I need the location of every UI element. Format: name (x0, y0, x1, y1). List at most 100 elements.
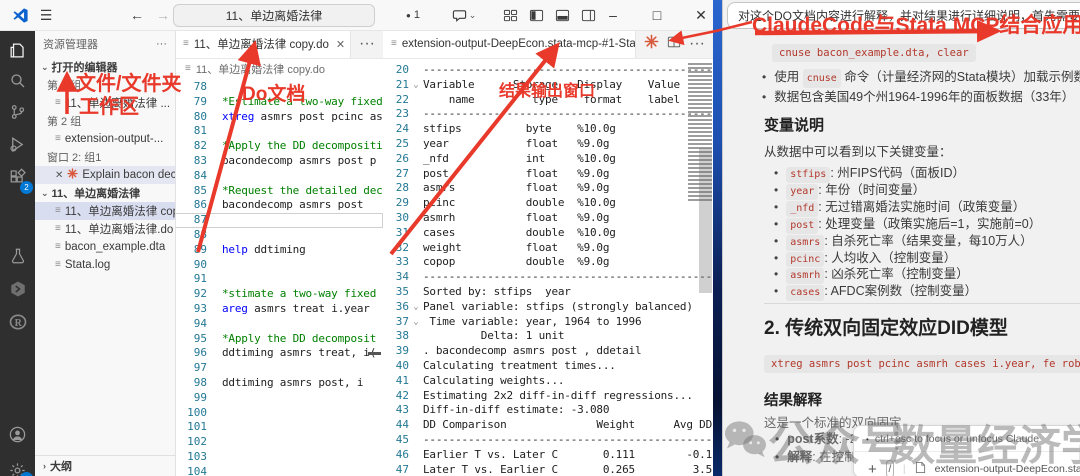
close-tab-icon[interactable]: ✕ (336, 38, 345, 51)
line-number: 33 (395, 255, 409, 269)
claude-starburst-icon[interactable] (644, 34, 659, 54)
testing-flask-icon[interactable] (0, 241, 35, 271)
line-number: 30 (395, 210, 409, 224)
fold-chevron-icon[interactable]: ⌄ (409, 315, 423, 330)
bullet-text: _nfd: 无过错离婚法实施时间（政策变量） (786, 200, 1025, 217)
section-heading-results: 结果解释 (764, 393, 822, 409)
file-tree-item[interactable]: ≡ bacon_example.dta (35, 238, 175, 256)
code-token: stfips byte %10.0g (423, 122, 616, 136)
minimize-button[interactable]: – (598, 0, 628, 30)
open-editors-section[interactable]: ⌄ 打开的编辑器 (35, 58, 175, 76)
code-token: year float %9.0g (423, 136, 610, 150)
minimap-slider[interactable] (368, 352, 381, 355)
bullet-text: asmrs: 自杀死亡率（结果变量，每10万人） (786, 234, 1033, 251)
customize-layout-icon[interactable] (498, 0, 522, 30)
add-attachment-button[interactable]: + (868, 461, 877, 476)
code-token: Later T vs. Earlier C 0.265 3.5 (423, 462, 713, 476)
context-file-chip[interactable]: extension-output-DeepEcon.stata- (935, 463, 1080, 475)
code-text: ----------------------------------------… (423, 433, 713, 448)
fold-chevron-icon[interactable]: ⌄ (409, 300, 423, 315)
extensions-icon[interactable]: 2 (0, 162, 35, 194)
line-number: 91 (193, 272, 207, 286)
file-icon: ≡ (185, 63, 191, 74)
code-token: ----------------------------------------… (423, 63, 713, 76)
settings-gear-icon[interactable] (0, 455, 35, 476)
code-line: 27 post float %9.0g (383, 167, 713, 182)
breadcrumb[interactable]: ≡ 11、单边离婚法律 copy.do (175, 59, 383, 79)
text-run: 使用 (774, 70, 803, 84)
file-tree-item[interactable]: ≡ Stata.log (35, 256, 175, 274)
extensions-badge: 2 (20, 181, 33, 194)
code-line: 92 *stimate a two-way fixed (175, 287, 383, 302)
code-line: 88 (175, 228, 383, 243)
file-tree-item[interactable]: ≡ 11、单边离婚法律.do (35, 220, 175, 238)
code-line: 96 ddtiming asmrs treat, i( (175, 346, 383, 361)
copilot-chat-icon[interactable]: ⌄ (444, 0, 484, 30)
stata-hexagon-icon[interactable] (0, 274, 35, 304)
account-icon[interactable] (0, 419, 35, 449)
tab-stata-output[interactable]: ≡ extension-output-DeepEcon.stata-mcp-#1… (383, 30, 637, 58)
r-language-icon[interactable]: R (0, 307, 35, 337)
file-icon: ≡ (55, 97, 61, 108)
code-token: Sorted by: stfips year (423, 284, 571, 298)
search-icon[interactable] (0, 66, 35, 96)
close-button[interactable]: ✕ (686, 0, 716, 30)
code-token: _nfd int %10.0g (423, 151, 616, 165)
vertical-scrollbar[interactable] (699, 148, 712, 293)
open-editor-item[interactable]: ≡ 11、单边离婚法律 ... (35, 94, 175, 112)
variable-bullet-item: • stfips: 州FIPS代码（面板ID） (774, 166, 1041, 183)
code-token: pcinc double %10.0g (423, 196, 616, 210)
fold-chevron-icon[interactable]: ⌄ (409, 78, 423, 93)
code-token: post float %9.0g (423, 166, 610, 180)
slash-command-button[interactable]: / (885, 460, 894, 476)
nav-forward-icon[interactable]: → (152, 0, 174, 30)
code-line: 87 (175, 213, 383, 228)
line-number: 46 (395, 447, 409, 461)
code-token: bacondecomp asmrs post p (222, 153, 377, 167)
editor-more-icon[interactable]: ··· (359, 35, 375, 53)
menu-hamburger-icon[interactable]: ☰ (34, 0, 58, 30)
toggle-sidebar-icon[interactable] (524, 0, 548, 30)
sidebar-more-icon[interactable]: ··· (156, 38, 167, 50)
code-token: *Estimate a two-way fixed (222, 94, 383, 108)
command-center[interactable]: 11、单边离婚法律 (173, 4, 375, 27)
open-editor-item[interactable]: ≡ extension-output-... (35, 130, 175, 148)
run-debug-icon[interactable] (0, 129, 35, 159)
claude-input-bar[interactable]: • ctrl+esc to focus or unfocus Claude + … (853, 425, 1080, 476)
dirty-indicator[interactable]: ● 1 (396, 0, 430, 30)
bullet-text: post: 处理变量（政策实施后=1，实施前=0） (786, 217, 1041, 234)
explorer-icon[interactable] (0, 35, 35, 65)
nav-back-icon[interactable]: ← (126, 0, 148, 30)
outline-section[interactable]: › 大纲 (35, 455, 175, 476)
maximize-button[interactable]: □ (642, 0, 672, 30)
bullet-text: stfips: 州FIPS代码（面板ID） (786, 166, 965, 183)
code-line: 81 (175, 124, 383, 139)
file-tree-item[interactable]: ≡11、单边离婚法律 cop... (35, 202, 175, 220)
workspace-folder-label: 11、单边离婚法律 (51, 188, 141, 200)
toggle-secondary-sidebar-icon[interactable] (576, 0, 600, 30)
code-line: 101 (175, 420, 383, 435)
code-text: *Apply the DD decompositi (207, 139, 383, 154)
desktop-background-strip (713, 0, 722, 476)
tab-do-file[interactable]: ≡ 11、单边离婚法律 copy.do ✕ (175, 30, 352, 58)
source-control-icon[interactable] (0, 97, 35, 127)
open-editor-item[interactable]: ✕ Explain bacon dec... (35, 166, 175, 184)
close-icon[interactable]: ✕ (55, 170, 63, 181)
toggle-panel-icon[interactable] (550, 0, 574, 30)
code-text: . bacondecomp asmrs post , ddetail (423, 344, 713, 359)
editor-more-icon[interactable]: ··· (689, 35, 705, 53)
code-token: areg (222, 301, 248, 315)
workspace-folder-section[interactable]: ⌄ 11、单边离婚法律 (35, 184, 175, 202)
split-editor-icon[interactable] (667, 35, 681, 54)
prompt-text-box[interactable]: 对这个DO文档内容进行解释，并对结果进行详细说明，首先需要对这个Bac (727, 2, 1080, 29)
bullet-icon: • (762, 90, 767, 104)
variable-description: : 州FIPS代码（面板ID） (830, 166, 966, 180)
